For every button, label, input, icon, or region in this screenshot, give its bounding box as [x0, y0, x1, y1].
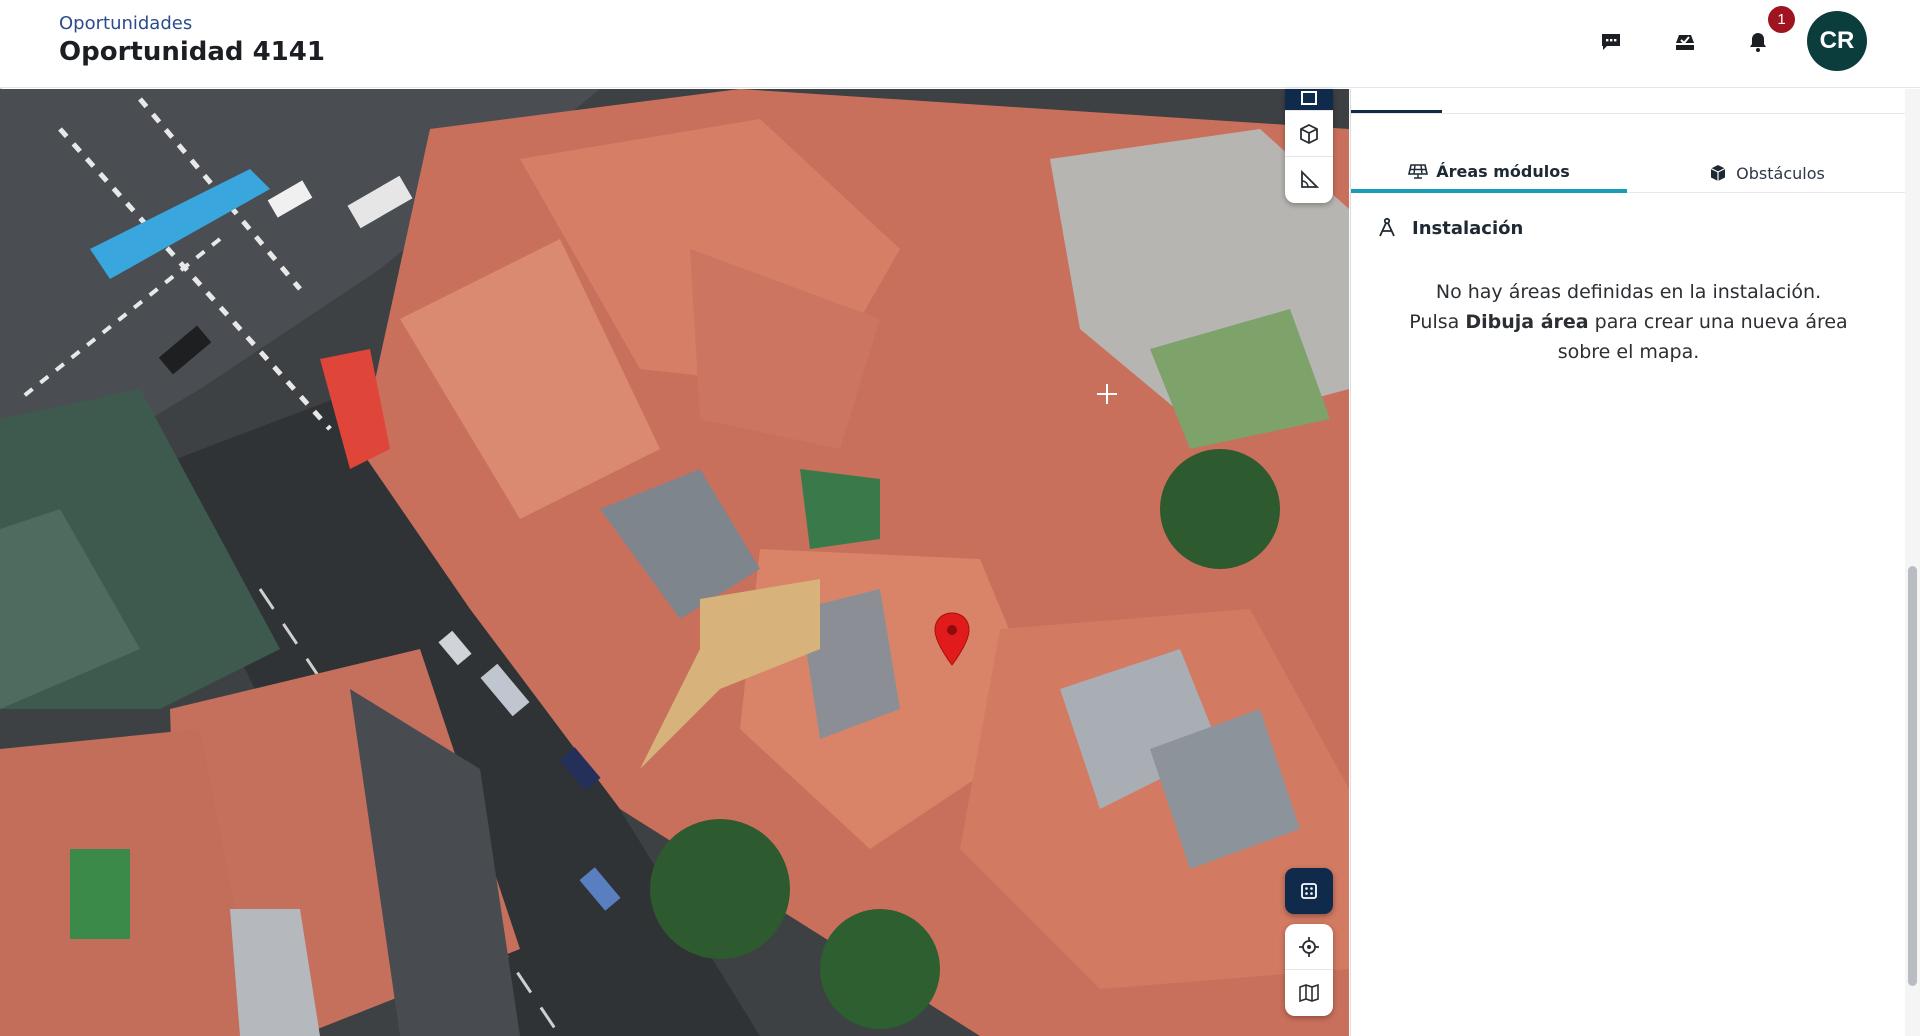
map-layers-button[interactable] [1285, 970, 1333, 1016]
draw-area-button[interactable] [1285, 89, 1333, 111]
solar-panel-icon [1408, 164, 1429, 179]
map-draw-toolbar [1285, 89, 1333, 203]
user-avatar[interactable]: CR [1807, 11, 1867, 71]
compass-draw-icon [1379, 217, 1395, 237]
app-header: Oportunidades Oportunidad 4141 1 CR [0, 0, 1920, 88]
satellite-map[interactable] [0, 89, 1349, 1036]
map-layers-icon [1299, 983, 1319, 1003]
empty-line-2: Pulsa Dibuja área para crear una nueva á… [1371, 307, 1886, 337]
crosshair-cursor-icon [1097, 384, 1117, 404]
cube-icon [1710, 165, 1726, 181]
tasks-icon [1676, 35, 1694, 50]
chat-icon [1602, 34, 1620, 50]
breadcrumb-oportunidades[interactable]: Oportunidades [59, 13, 192, 34]
empty-line-2-prefix: Pulsa [1409, 311, 1466, 333]
measure-button[interactable] [1285, 157, 1333, 203]
section-instalacion: Instalación [1376, 217, 1523, 239]
panel-tabs: Áreas módulos Obstáculos [1351, 153, 1906, 193]
chat-button[interactable] [1593, 24, 1629, 60]
notification-badge: 1 [1768, 6, 1795, 33]
grid-layout-icon [1301, 883, 1317, 899]
tab-obstaculos[interactable]: Obstáculos [1627, 153, 1906, 193]
map-nav-controls [1285, 924, 1333, 1016]
side-panel: Áreas módulos Obstáculos Instalación No … [1350, 89, 1906, 1036]
draw-area-hint: Dibuja área [1465, 311, 1589, 333]
section-title: Instalación [1412, 217, 1524, 239]
add-obstacle-button[interactable] [1285, 111, 1333, 157]
tab-label: Áreas módulos [1436, 161, 1570, 181]
empty-line-2-suffix: para crear una nueva área [1588, 311, 1848, 333]
locate-button[interactable] [1285, 924, 1333, 970]
page-title: Oportunidad 4141 [59, 37, 325, 67]
panel-divider [1351, 113, 1906, 114]
obstacle-cube-icon [1300, 123, 1318, 144]
notifications-button[interactable] [1740, 24, 1776, 60]
empty-line-3: sobre el mapa. [1557, 341, 1700, 363]
bell-icon [1750, 33, 1766, 52]
draw-area-icon [1301, 90, 1317, 105]
locate-icon [1299, 936, 1319, 957]
scrollbar-thumb[interactable] [1908, 566, 1917, 986]
grid-layout-button[interactable] [1285, 868, 1333, 914]
empty-line-1: No hay áreas definidas en la instalación… [1435, 281, 1822, 303]
tab-label: Obstáculos [1736, 163, 1825, 183]
location-pin-icon[interactable] [932, 611, 972, 667]
tab-areas-modulos[interactable]: Áreas módulos [1351, 153, 1627, 193]
aerial-imagery [0, 89, 1349, 1036]
tasks-button[interactable] [1667, 24, 1703, 60]
measure-angle-icon [1301, 169, 1320, 188]
empty-state-message: No hay áreas definidas en la instalación… [1371, 277, 1886, 367]
